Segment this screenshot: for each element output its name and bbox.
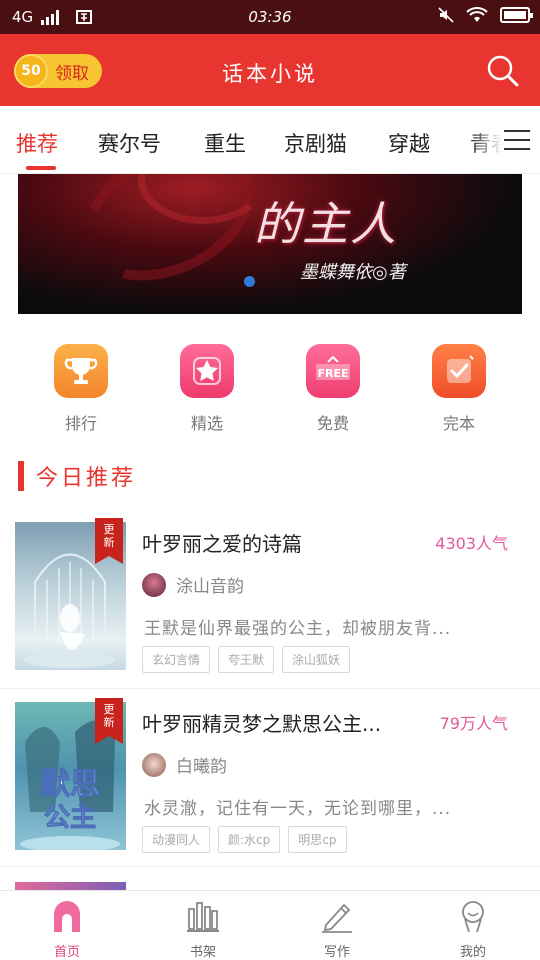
nav-bookshelf[interactable]: 书架 [163, 899, 243, 960]
book-tags: 玄幻言情 夸王默 涂山狐妖 [142, 646, 351, 673]
search-icon[interactable] [486, 54, 520, 88]
author-name: 涂山音韵 [176, 577, 244, 597]
featured-label: 精选 [190, 414, 223, 433]
popularity-count: 79万人气 [439, 714, 508, 733]
book-title: 叶罗丽之爱的诗篇 [142, 532, 302, 556]
author-name: 白曦韵 [176, 757, 227, 777]
battery-icon [500, 7, 533, 23]
star-icon [180, 344, 234, 398]
check-icon [432, 344, 486, 398]
section-accent-bar [18, 461, 24, 491]
quick-actions: 排行 精选 FREE 免费 完本 [0, 344, 540, 434]
featured-button[interactable]: 精选 [167, 344, 247, 434]
nav-write-label: 写作 [323, 945, 350, 960]
completed-button[interactable]: 完本 [419, 344, 499, 434]
book-blurb: 水灵澈，记住有一天，无论到哪里，... [144, 799, 452, 819]
nav-bookshelf-label: 书架 [189, 945, 216, 960]
free-tag-icon: FREE [306, 344, 360, 398]
author: 白曦韵 [142, 752, 227, 777]
tab-time-travel[interactable]: 穿越 [388, 128, 430, 158]
nav-write[interactable]: 写作 [297, 899, 377, 960]
book-list-item[interactable]: 更新 叶罗丽之爱的诗篇 4303人气 涂山音韵 王默是仙界最强的公主，却被朋友背… [0, 518, 540, 702]
book-list-item-partial[interactable] [15, 882, 126, 890]
popularity-count: 4303人气 [435, 534, 508, 553]
tab-jingju-cat[interactable]: 京剧猫 [284, 128, 347, 158]
wifi-icon [466, 7, 488, 22]
book-blurb: 王默是仙界最强的公主，却被朋友背... [144, 619, 452, 639]
book-tag[interactable]: 明思cp [288, 826, 347, 853]
author: 涂山音韵 [142, 572, 244, 597]
app-title: 话本小说 [222, 62, 318, 86]
nav-home-label: 首页 [53, 945, 80, 960]
divider [0, 688, 540, 689]
book-title: 叶罗丽精灵梦之默思公主... [142, 712, 382, 736]
svg-text:FREE: FREE [317, 367, 348, 380]
completed-label: 完本 [442, 414, 475, 433]
mute-icon [438, 7, 454, 23]
nav-me-label: 我的 [459, 945, 486, 960]
update-badge: 更新 [95, 518, 123, 564]
free-label: 免费 [316, 414, 349, 433]
tab-recommend[interactable]: 推荐 [16, 128, 58, 158]
banner-author: 墨蝶舞依◎著 [300, 262, 406, 283]
svg-text:公主: 公主 [44, 803, 96, 833]
nav-home[interactable]: 首页 [27, 899, 107, 960]
banner-title: 的主人 [254, 197, 398, 251]
author-avatar [142, 572, 166, 597]
book-tag[interactable]: 涂山狐妖 [282, 646, 351, 673]
book-tag[interactable]: 动漫同人 [142, 826, 211, 853]
section-header: 今日推荐 [18, 460, 136, 492]
menu-icon[interactable] [504, 130, 530, 150]
update-badge: 更新 [95, 698, 123, 744]
app-header: 50 领取 话本小说 [0, 34, 540, 106]
nav-me[interactable]: 我的 [433, 899, 513, 960]
book-list-item[interactable]: 默思 公主 更新 叶罗丽精灵梦之默思公主... 79万人气 白曦韵 水灵澈，记住… [0, 698, 540, 882]
trophy-icon [54, 344, 108, 398]
author-avatar [142, 752, 166, 777]
home-icon [50, 899, 84, 933]
ranking-label: 排行 [64, 414, 97, 433]
tab-rebirth[interactable]: 重生 [204, 128, 246, 158]
section-title: 今日推荐 [36, 466, 137, 491]
carousel-indicator [244, 276, 255, 287]
active-tab-indicator [26, 166, 56, 170]
tab-seer[interactable]: 赛尔号 [98, 128, 161, 158]
profile-icon [456, 899, 490, 933]
book-tag[interactable]: 玄幻言情 [142, 646, 211, 673]
bookshelf-icon [186, 899, 220, 933]
pen-icon [320, 899, 354, 933]
book-tags: 动漫同人 颜:水cp 明思cp [142, 826, 347, 853]
status-bar: 4G 03:36 [0, 0, 540, 34]
free-button[interactable]: FREE 免费 [293, 344, 373, 434]
divider [0, 866, 540, 867]
category-tabs: 推荐 赛尔号 重生 京剧猫 穿越 青春 [0, 106, 540, 174]
banner-carousel[interactable]: 的主人 墨蝶舞依◎著 [18, 174, 522, 314]
svg-text:默思: 默思 [40, 767, 100, 802]
bottom-navigation: 首页 书架 写作 我的 [0, 890, 540, 960]
ranking-button[interactable]: 排行 [41, 344, 121, 434]
book-tag[interactable]: 颜:水cp [218, 826, 281, 853]
book-tag[interactable]: 夸王默 [218, 646, 275, 673]
